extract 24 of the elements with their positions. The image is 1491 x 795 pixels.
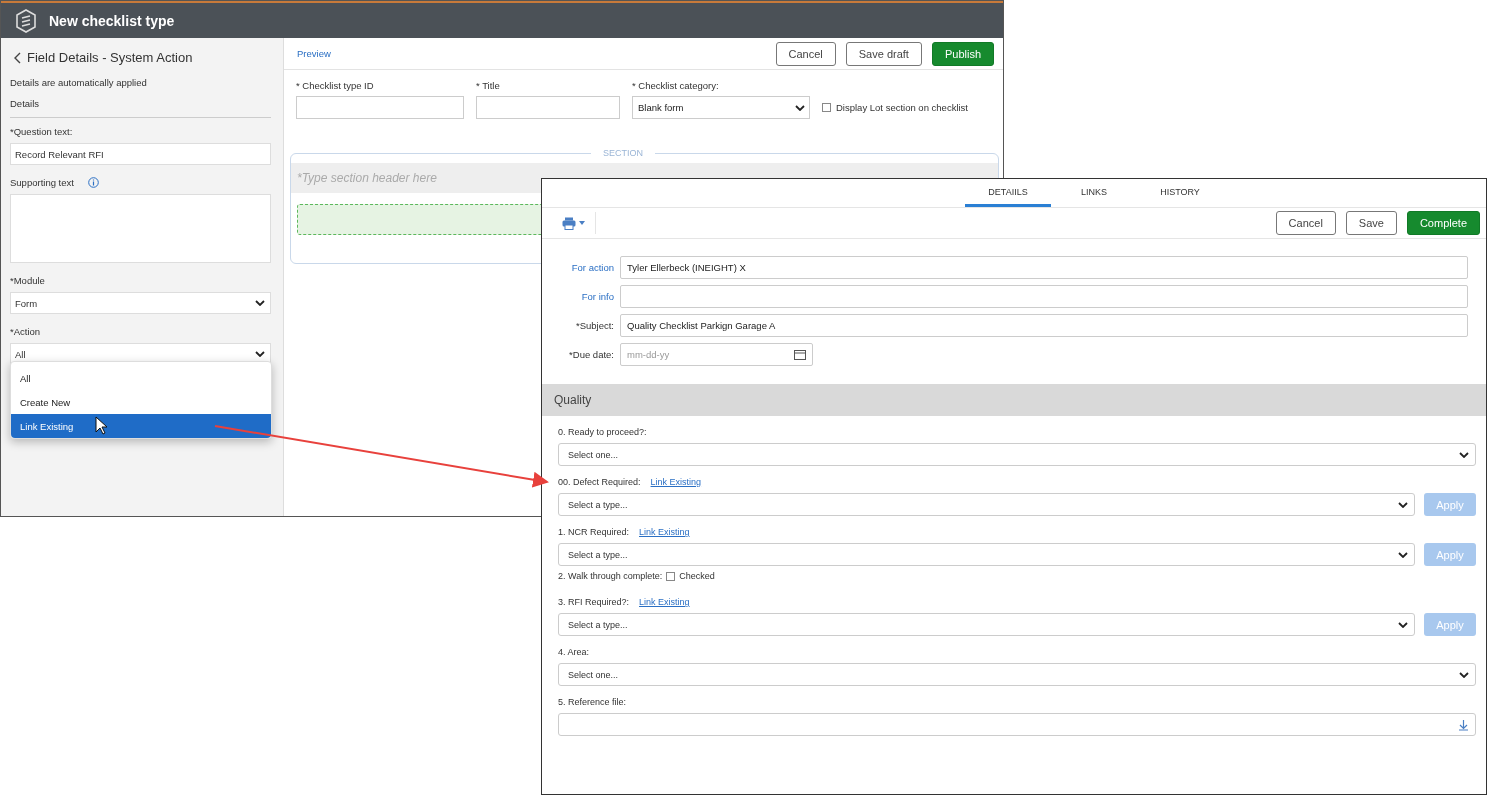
field-label: *Question text: (10, 126, 74, 137)
field-label: *Module (10, 275, 46, 286)
question-label: 0. Ready to proceed?: (558, 427, 647, 437)
info-text: Details are automatically applied (10, 77, 148, 88)
question-label: 2. Walk through complete: (558, 571, 663, 581)
window-title: New checklist type (49, 12, 175, 29)
field-label: *Subject: (574, 320, 614, 331)
section-header: Quality (542, 384, 1486, 416)
panel-title: Field Details - System Action (27, 50, 193, 65)
question-label: 5. Reference file: (558, 697, 627, 707)
section-label: Details (10, 98, 41, 109)
field-label: * Title (476, 80, 501, 91)
question-label: 00. Defect Required: (558, 477, 641, 487)
field-label: * Checklist category: (632, 80, 720, 91)
field-label: Supporting text (10, 177, 74, 188)
checkbox-label: Display Lot section on checklist (836, 102, 968, 113)
question-label: 1. NCR Required: (558, 527, 630, 537)
field-label: *Action (10, 326, 42, 337)
field-label: * Checklist type ID (296, 80, 375, 91)
question-label: 3. RFI Required?: (558, 597, 630, 607)
field-label: *Due date: (568, 349, 614, 360)
section-label: SECTION (591, 148, 655, 158)
question-label: 4. Area: (558, 647, 590, 657)
checkbox-label: Checked (679, 571, 715, 581)
